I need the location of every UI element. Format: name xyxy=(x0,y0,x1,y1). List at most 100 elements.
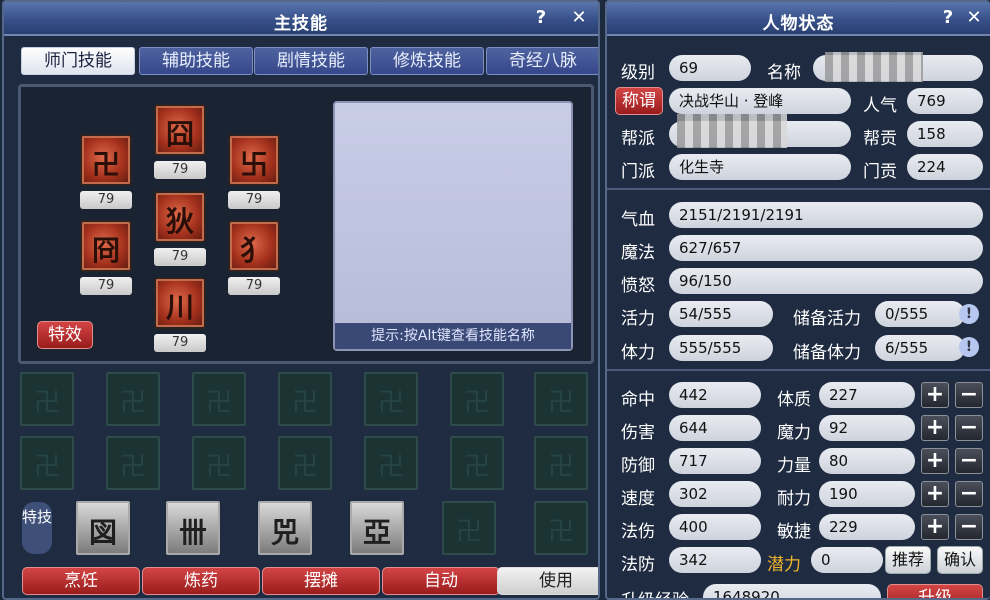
close-icon[interactable]: ✕ xyxy=(963,7,985,28)
empty-skill-slot[interactable] xyxy=(364,436,418,490)
constitution-label: 体质 xyxy=(777,390,811,410)
agility-plus-button[interactable]: + xyxy=(921,514,949,540)
skill-icon[interactable]: 囧 xyxy=(154,104,206,156)
agility-label: 敏捷 xyxy=(777,522,811,542)
special-glyph: 卌 xyxy=(178,516,207,549)
strength-plus-button[interactable]: + xyxy=(921,448,949,474)
alchemy-button[interactable]: 炼药 xyxy=(142,567,260,595)
constitution-minus-button[interactable]: − xyxy=(955,382,983,408)
special-skill-icon[interactable]: 卌 xyxy=(166,501,220,555)
guild-redacted xyxy=(677,114,787,148)
empty-skill-slot[interactable] xyxy=(364,372,418,426)
confirm-button[interactable]: 确认 xyxy=(937,546,983,574)
damage-label: 伤害 xyxy=(621,423,655,443)
agility-minus-button[interactable]: − xyxy=(955,514,983,540)
status-window: 人物状态 ? ✕ 级别 69 名称 称谓 决战华山 · 登峰 人气 769 帮派… xyxy=(605,0,990,600)
potential-field: 0 xyxy=(811,547,883,573)
sect-label: 门派 xyxy=(621,162,655,182)
vitality-reserve-label: 储备活力 xyxy=(793,309,861,329)
stall-button[interactable]: 摆摊 xyxy=(262,567,380,595)
skill-level: 79 xyxy=(154,161,206,179)
tab-meridian-skills[interactable]: 奇经八脉 xyxy=(486,47,598,75)
special-skill-icon[interactable]: 図 xyxy=(76,501,130,555)
tab-school-skills[interactable]: 师门技能 xyxy=(21,47,135,75)
empty-skill-slot[interactable] xyxy=(106,436,160,490)
skill-level: 79 xyxy=(154,248,206,266)
skill-level: 79 xyxy=(228,277,280,295)
title-button[interactable]: 称谓 xyxy=(615,87,663,115)
info-icon[interactable]: ! xyxy=(959,337,979,357)
empty-skill-slot[interactable] xyxy=(534,372,588,426)
skill-icon[interactable]: 卍 xyxy=(80,134,132,186)
defense-field: 717 xyxy=(669,448,761,474)
magic-label: 魔力 xyxy=(777,423,811,443)
effects-button[interactable]: 特效 xyxy=(37,321,93,349)
empty-skill-slot[interactable] xyxy=(278,436,332,490)
skill-info-box: 提示:按Alt键查看技能名称 xyxy=(333,101,573,351)
empty-skill-slot[interactable] xyxy=(450,436,504,490)
stamina-field: 555/555 xyxy=(669,335,773,361)
skill-panel: 卍 79 囧 79 卐 79 冏 79 狄 79 犭 79 川 79 特效 提示… xyxy=(18,84,594,364)
skill-icon[interactable]: 卐 xyxy=(228,134,280,186)
status-titlebar[interactable]: 人物状态 ? ✕ xyxy=(607,2,990,36)
guild-contrib-label: 帮贡 xyxy=(863,129,897,149)
skill-icon[interactable]: 川 xyxy=(154,277,206,329)
empty-skill-slot[interactable] xyxy=(534,436,588,490)
name-label: 名称 xyxy=(767,63,801,83)
popularity-field: 769 xyxy=(907,88,983,114)
empty-special-slot[interactable] xyxy=(534,501,588,555)
magic-minus-button[interactable]: − xyxy=(955,415,983,441)
level-label: 级别 xyxy=(621,63,655,83)
cook-button[interactable]: 烹饪 xyxy=(22,567,140,595)
magic-plus-button[interactable]: + xyxy=(921,415,949,441)
empty-skill-slot[interactable] xyxy=(192,436,246,490)
speed-label: 速度 xyxy=(621,489,655,509)
skill-icon[interactable]: 狄 xyxy=(154,191,206,243)
mp-field: 627/657 xyxy=(669,235,983,261)
help-icon[interactable]: ? xyxy=(530,7,552,28)
endurance-label: 耐力 xyxy=(777,489,811,509)
use-button[interactable]: 使用 xyxy=(497,567,598,595)
upgrade-button[interactable]: 升级 xyxy=(887,584,983,598)
empty-skill-slot[interactable] xyxy=(20,436,74,490)
close-icon[interactable]: ✕ xyxy=(568,7,590,28)
rage-field: 96/150 xyxy=(669,268,983,294)
empty-special-slot[interactable] xyxy=(442,501,496,555)
defense-label: 防御 xyxy=(621,456,655,476)
guild-label: 帮派 xyxy=(621,129,655,149)
empty-skill-slot[interactable] xyxy=(192,372,246,426)
empty-skill-slot[interactable] xyxy=(106,372,160,426)
vitality-reserve-field: 0/555 xyxy=(875,301,965,327)
empty-skill-slot[interactable] xyxy=(450,372,504,426)
skill-level: 79 xyxy=(154,334,206,352)
constitution-plus-button[interactable]: + xyxy=(921,382,949,408)
endurance-minus-button[interactable]: − xyxy=(955,481,983,507)
sect-contrib-label: 门贡 xyxy=(863,162,897,182)
empty-skill-slot[interactable] xyxy=(278,372,332,426)
skill-icon[interactable]: 冏 xyxy=(80,220,132,272)
stamina-reserve-field: 6/555 xyxy=(875,335,965,361)
hp-field: 2151/2191/2191 xyxy=(669,202,983,228)
empty-skill-slot[interactable] xyxy=(20,372,74,426)
constitution-field: 227 xyxy=(819,382,915,408)
recommend-button[interactable]: 推荐 xyxy=(885,546,931,574)
special-skill-icon[interactable]: 兕 xyxy=(258,501,312,555)
auto-button[interactable]: 自动 xyxy=(382,567,500,595)
skill-icon[interactable]: 犭 xyxy=(228,220,280,272)
sect-contrib-field: 224 xyxy=(907,154,983,180)
endurance-plus-button[interactable]: + xyxy=(921,481,949,507)
tab-story-skills[interactable]: 剧情技能 xyxy=(254,47,368,75)
skill-glyph: 狄 xyxy=(165,205,194,238)
tab-cultivation-skills[interactable]: 修炼技能 xyxy=(370,47,484,75)
info-icon[interactable]: ! xyxy=(959,304,979,324)
agility-field: 229 xyxy=(819,514,915,540)
help-icon[interactable]: ? xyxy=(937,7,959,28)
hp-label: 气血 xyxy=(621,210,655,230)
strength-label: 力量 xyxy=(777,456,811,476)
strength-minus-button[interactable]: − xyxy=(955,448,983,474)
strength-field: 80 xyxy=(819,448,915,474)
tab-assist-skills[interactable]: 辅助技能 xyxy=(139,47,253,75)
vitality-label: 活力 xyxy=(621,309,655,329)
special-skill-icon[interactable]: 亞 xyxy=(350,501,404,555)
skills-titlebar[interactable]: 主技能 ? ✕ xyxy=(4,2,598,36)
